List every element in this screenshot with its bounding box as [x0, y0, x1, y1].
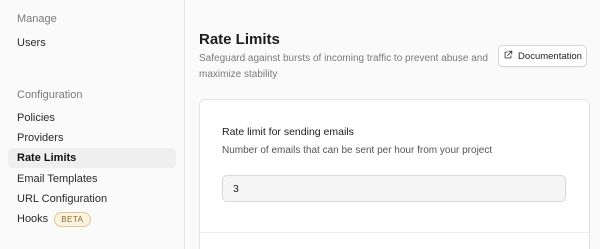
sidebar-item-url-configuration[interactable]: URL Configuration: [8, 189, 176, 209]
documentation-button-label: Documentation: [518, 50, 582, 62]
sidebar-group-title-configuration: Configuration: [17, 89, 83, 101]
sidebar-item-users[interactable]: Users: [8, 33, 176, 53]
email-rate-limit-input[interactable]: [222, 175, 566, 202]
sidebar-item-label: Policies: [17, 112, 55, 124]
sidebar-item-label: Rate Limits: [17, 152, 77, 164]
sidebar-item-label: URL Configuration: [17, 193, 108, 205]
page-description: Safeguard against bursts of incoming tra…: [199, 53, 488, 80]
page-title: Rate Limits: [199, 31, 280, 48]
sidebar-item-label: Providers: [17, 132, 64, 144]
email-rate-limit-help: Number of emails that can be sent per ho…: [222, 145, 493, 156]
external-link-icon: [503, 50, 513, 63]
email-rate-limit-label: Rate limit for sending emails: [222, 126, 354, 138]
sidebar-item-label: Email Templates: [17, 173, 98, 185]
sidebar-item-rate-limits[interactable]: Rate Limits: [8, 148, 176, 168]
sidebar-item-hooks[interactable]: Hooks BETA: [8, 209, 176, 229]
sidebar-group-title-manage: Manage: [17, 13, 57, 25]
sidebar-item-policies[interactable]: Policies: [8, 108, 176, 128]
documentation-button[interactable]: Documentation: [498, 45, 587, 67]
sidebar: Manage Users Configuration Policies Prov…: [0, 0, 185, 249]
main-content: Rate Limits Safeguard against bursts of …: [186, 0, 600, 249]
sidebar-item-label: Hooks: [17, 213, 49, 225]
beta-badge: BETA: [54, 211, 91, 227]
card-divider: [200, 232, 589, 233]
email-rate-limit-card: Rate limit for sending emails Number of …: [199, 99, 590, 249]
sidebar-item-providers[interactable]: Providers: [8, 128, 176, 148]
sidebar-item-email-templates[interactable]: Email Templates: [8, 169, 176, 189]
sidebar-item-label: Users: [17, 37, 46, 49]
